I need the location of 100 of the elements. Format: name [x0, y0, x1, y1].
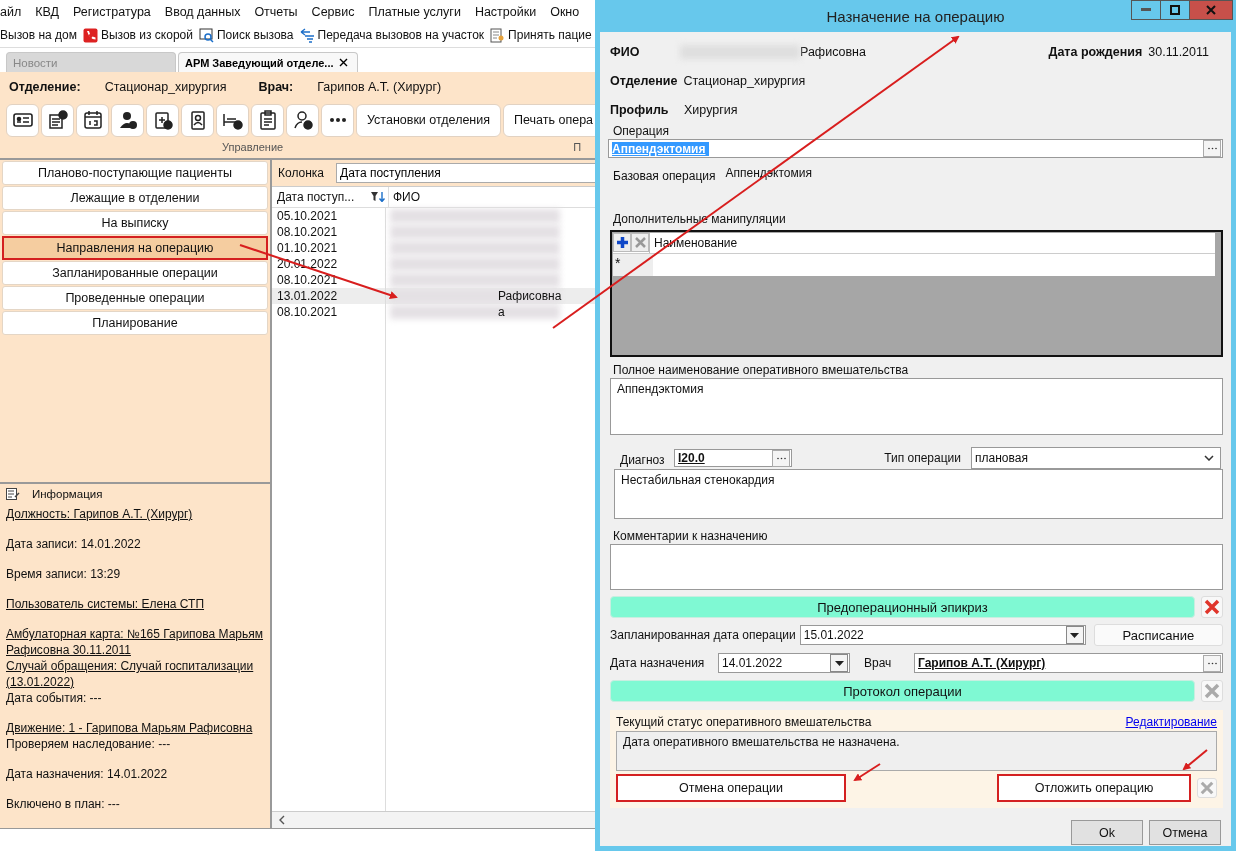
close-button[interactable]: [1189, 0, 1233, 20]
menu-item[interactable]: Настройки: [468, 4, 545, 19]
ribbon-button[interactable]: Печать опера: [503, 103, 595, 137]
table-row[interactable]: 13.01.2022 Рафисовна: [272, 288, 595, 304]
close-icon[interactable]: [338, 58, 348, 67]
icon-button[interactable]: [6, 103, 39, 137]
postpone-operation-button[interactable]: Отложить операцию: [997, 774, 1191, 802]
menu-item[interactable]: Сервис: [305, 4, 363, 19]
new-row-marker: *: [613, 254, 653, 276]
table-row[interactable]: 08.10.2021 а: [272, 304, 595, 320]
diagnosis-text-field[interactable]: Нестабильная стенокардия: [614, 469, 1223, 519]
cancel-button[interactable]: Отмена: [1149, 820, 1221, 845]
menu-item[interactable]: Ввод данных: [158, 4, 249, 19]
maximize-icon[interactable]: [1170, 5, 1180, 15]
sidebar-item[interactable]: На выписку: [2, 211, 268, 235]
annotation-arrow: [853, 763, 881, 782]
ellipsis-icon: [1207, 661, 1217, 665]
menu-item[interactable]: айл: [0, 4, 30, 19]
sidebar-item[interactable]: Направления на операцию: [2, 236, 268, 260]
field-label: Диагноз: [619, 453, 666, 467]
patient-name: Рафисовна: [800, 45, 866, 59]
ribbon-button[interactable]: Установки отделения: [356, 103, 502, 137]
ellipsis-icon: [776, 456, 786, 460]
info-link[interactable]: Амбулаторная карта: №165 Гарипова Марьям Рафисовна 30.11.2011: [6, 626, 264, 658]
planned-date-field[interactable]: 15.01.2022: [799, 625, 1086, 645]
field-label: Врач:: [258, 80, 294, 94]
toolbar-button[interactable]: Принять пацие: [488, 27, 595, 43]
diagnosis-field[interactable]: I20.0: [674, 449, 792, 467]
sidebar-item[interactable]: Планирование: [2, 311, 268, 335]
dropdown-icon[interactable]: [834, 660, 844, 666]
browse-button[interactable]: [772, 449, 790, 467]
info-link[interactable]: Пользователь системы: Елена СТП: [6, 596, 264, 612]
edit-link[interactable]: Редактирование: [1125, 714, 1217, 729]
column-header[interactable]: ФИО: [389, 187, 595, 207]
icon-button[interactable]: [76, 103, 109, 137]
column-field[interactable]: Дата поступления: [336, 163, 595, 183]
cancel-operation-button[interactable]: Отмена операции: [616, 774, 846, 802]
info-text: Проверяем наследование: ---: [6, 736, 172, 752]
table-row[interactable]: 08.10.2021: [272, 272, 595, 288]
table-row[interactable]: 05.10.2021: [272, 208, 595, 224]
toolbar-button[interactable]: Передача вызовов на участок: [297, 27, 489, 43]
field-label: Операция: [612, 124, 670, 139]
delete-button[interactable]: [1201, 596, 1223, 618]
dropdown-icon[interactable]: [1070, 632, 1080, 638]
icon-button[interactable]: [181, 103, 214, 137]
maximize-button[interactable]: [1160, 0, 1190, 20]
minimize-icon[interactable]: [1141, 8, 1151, 12]
full-name-field[interactable]: Аппендэктомия: [610, 378, 1223, 435]
department-value: Стационар_хирургия: [104, 80, 227, 94]
operation-type-dropdown[interactable]: плановая: [971, 447, 1221, 469]
doctor-field[interactable]: Гарипов А.Т. (Хирург): [914, 653, 1223, 673]
sidebar-item[interactable]: Лежащие в отделении: [2, 186, 268, 210]
tab[interactable]: АРМ Заведующий отделе...: [178, 52, 358, 72]
department-value: Стационар_хирургия: [683, 73, 806, 88]
add-button[interactable]: [613, 233, 631, 252]
ok-button[interactable]: Ok: [1071, 820, 1143, 845]
info-link[interactable]: Должность: Гарипов А.Т. (Хирург): [6, 506, 264, 522]
icon-button[interactable]: [146, 103, 179, 137]
more-button[interactable]: [321, 103, 354, 137]
profile-value: Хирургия: [684, 102, 738, 117]
table-row[interactable]: 01.10.2021: [272, 240, 595, 256]
icon-button[interactable]: [111, 103, 144, 137]
scroll-left-icon[interactable]: [278, 815, 286, 825]
filter-sort-icon[interactable]: [371, 192, 385, 202]
sidebar-item[interactable]: Запланированные операции: [2, 261, 268, 285]
info-text: Дата назначения: 14.01.2022: [6, 766, 169, 782]
icon-button[interactable]: [216, 103, 249, 137]
field-label: Отделение: [610, 73, 678, 88]
field-label: ФИО: [610, 45, 641, 59]
sidebar-item[interactable]: Планово-поступающие пациенты: [2, 161, 268, 185]
menu-item[interactable]: Регистратура: [67, 4, 159, 19]
table-row[interactable]: 08.10.2021: [272, 224, 595, 240]
icon-button[interactable]: [286, 103, 319, 137]
toolbar-button[interactable]: Вызов из скорой: [80, 27, 197, 43]
info-link[interactable]: Движение: 1 - Гарипова Марьям Рафисовна: [6, 720, 264, 736]
menu-item[interactable]: Платные услуги: [362, 4, 469, 19]
menu-item[interactable]: Отчеты: [248, 4, 306, 19]
calendar-icon: [81, 109, 104, 131]
comments-field[interactable]: [610, 544, 1223, 590]
field-label: Врач: [864, 656, 893, 670]
protocol-button[interactable]: Протокол операции: [610, 680, 1195, 702]
schedule-button[interactable]: Расписание: [1093, 624, 1223, 646]
epicrisis-button[interactable]: Предоперационный эпикриз: [610, 596, 1195, 618]
icon-button[interactable]: [41, 103, 74, 137]
toolbar-button[interactable]: Поиск вызова: [197, 27, 298, 43]
assign-date-field[interactable]: 14.01.2022: [718, 653, 850, 673]
more-icon: [329, 118, 346, 122]
info-link[interactable]: Случай обращения: Случай госпитализации (13.01.2022): [6, 658, 264, 690]
sidebar-item[interactable]: Проведенные операции: [2, 286, 268, 310]
menu-item[interactable]: КВД: [29, 4, 68, 19]
icon-button[interactable]: [251, 103, 284, 137]
field-label: Дата рождения: [1048, 45, 1143, 59]
horizontal-scrollbar[interactable]: [272, 811, 595, 828]
document-icon: [490, 27, 506, 43]
toolbar-button[interactable]: Вызов на дом: [0, 28, 81, 42]
menu-item[interactable]: Окно: [544, 4, 588, 19]
column-header[interactable]: Дата поступ...: [272, 187, 389, 207]
document-icon: [46, 109, 69, 131]
table-cell: Рафисовна: [498, 289, 562, 303]
minimize-button[interactable]: [1131, 0, 1161, 20]
